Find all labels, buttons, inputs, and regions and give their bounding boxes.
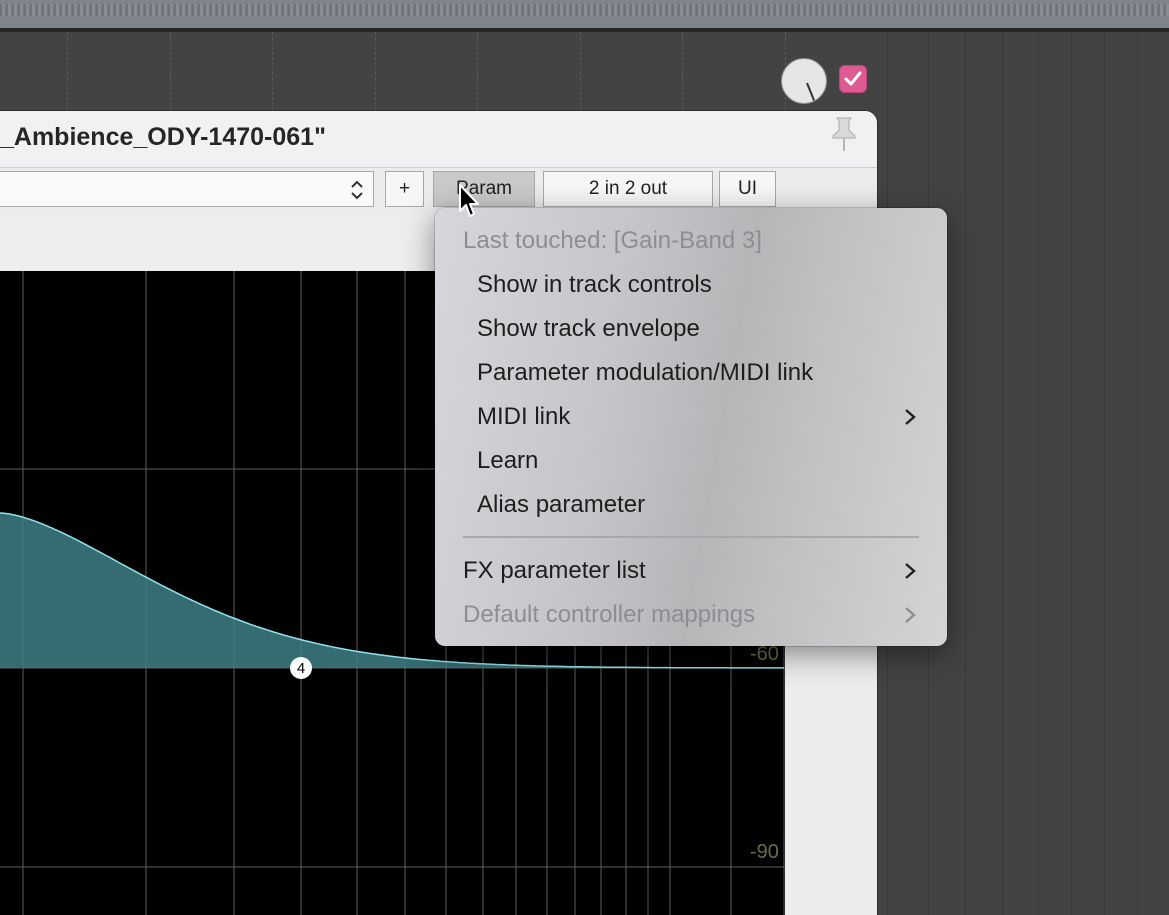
pin-icon[interactable]: [828, 115, 860, 153]
knob-indicator: [806, 82, 817, 103]
eq-band-handle[interactable]: 4: [290, 657, 312, 679]
wet-knob[interactable]: [781, 58, 827, 104]
fx-toolbar: + Param 2 in 2 out UI: [0, 168, 877, 212]
menu-midi-link[interactable]: MIDI link: [435, 397, 947, 437]
menu-show-in-track-controls[interactable]: Show in track controls: [435, 265, 947, 305]
mouse-cursor-icon: [459, 184, 479, 217]
grid-line: [1137, 32, 1138, 915]
param-context-menu: Last touched: [Gain-Band 3] Show in trac…: [435, 208, 947, 646]
db-label: -90: [750, 841, 779, 863]
menu-show-track-envelope[interactable]: Show track envelope: [435, 309, 947, 349]
grid-line: [965, 32, 966, 915]
grid-line: [1038, 32, 1039, 915]
menu-learn[interactable]: Learn: [435, 441, 947, 481]
menu-separator: [463, 536, 919, 538]
track-waveform[interactable]: [0, 0, 1169, 28]
menu-parameter-modulation[interactable]: Parameter modulation/MIDI link: [435, 353, 947, 393]
menu-fx-parameter-list[interactable]: FX parameter list: [435, 551, 947, 591]
grid-line: [1104, 32, 1105, 915]
fx-window-titlebar[interactable]: _Ambience_ODY-1470-061": [0, 111, 877, 168]
param-button[interactable]: Param: [433, 171, 535, 207]
chevron-right-icon: [905, 563, 916, 579]
fx-enable-checkbox[interactable]: [839, 65, 867, 93]
chevron-right-icon: [905, 409, 916, 425]
menu-alias-parameter[interactable]: Alias parameter: [435, 485, 947, 525]
fx-window-title: _Ambience_ODY-1470-061": [0, 123, 326, 151]
db-label: -60: [750, 643, 779, 665]
grid-line: [1071, 32, 1072, 915]
updown-chevron-icon: [351, 180, 363, 200]
preset-select[interactable]: [0, 171, 374, 207]
menu-default-controller-mappings: Default controller mappings: [435, 595, 947, 635]
grid-line: [1002, 32, 1003, 915]
chevron-right-icon: [905, 607, 916, 623]
menu-last-touched: Last touched: [Gain-Band 3]: [463, 227, 762, 254]
add-preset-button[interactable]: +: [385, 171, 424, 207]
track-strip: [0, 0, 1169, 32]
checkmark-icon: [844, 71, 862, 86]
io-routing-button[interactable]: 2 in 2 out: [543, 171, 713, 207]
ui-button[interactable]: UI: [719, 171, 776, 207]
